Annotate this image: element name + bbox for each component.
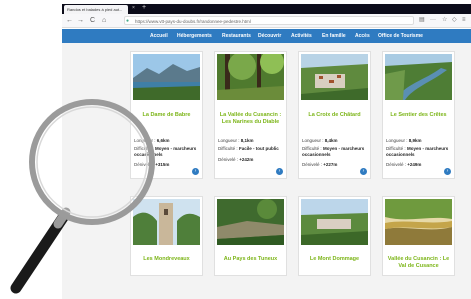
hike-photo xyxy=(301,54,368,100)
hike-card[interactable]: La Croix de Châtard Longueur : 8,4km Dif… xyxy=(298,51,371,179)
reader-icon[interactable]: ▤ xyxy=(419,16,425,25)
hike-photo xyxy=(133,54,200,100)
card-title[interactable]: Vallée du Cusancin : Le Val de Cusance xyxy=(385,256,452,270)
hike-photo xyxy=(385,199,452,245)
card-climb: Dénivelé : +249m xyxy=(386,162,422,167)
card-climb: Dénivelé : +227m xyxy=(302,162,338,167)
card-length: Longueur : 8,1km xyxy=(218,138,254,143)
nav-item-decouvrir[interactable]: Découvrir xyxy=(258,29,281,43)
card-length: Longueur : 8,4km xyxy=(302,138,338,143)
card-title[interactable]: La Dame de Babre xyxy=(133,112,200,119)
address-bar[interactable]: https://www.vtt-pays-du-doubs.fr/randonn… xyxy=(124,16,414,25)
hike-card[interactable]: La Vallée du Cusancin : Les Narines du D… xyxy=(214,51,287,179)
chevron-right-icon[interactable]: › xyxy=(444,168,451,175)
browser-tab[interactable]: Randos et balades à pied aut... xyxy=(64,5,128,14)
nav-item-en-famille[interactable]: En famille xyxy=(322,29,346,43)
hike-photo xyxy=(301,199,368,245)
tab-strip: Randos et balades à pied aut... × + xyxy=(62,4,471,14)
hike-card[interactable]: Les Mondreveaux xyxy=(130,196,203,276)
bookmark-icon[interactable]: ☆ xyxy=(442,16,447,25)
card-title[interactable]: Au Pays des Tuneux xyxy=(217,256,284,263)
page-content: La Dame de Babre Longueur : 6,6km Diffic… xyxy=(62,43,471,299)
reload-icon[interactable]: C xyxy=(90,16,95,25)
card-difficulty: Difficulté : Moyen - marcheurs occasionn… xyxy=(302,146,365,157)
nav-item-activites[interactable]: Activités xyxy=(291,29,312,43)
hike-card[interactable]: Le Sentier des Crêtes Longueur : 8,9km D… xyxy=(382,51,455,179)
home-icon[interactable]: ⌂ xyxy=(102,16,106,25)
card-title[interactable]: Les Mondreveaux xyxy=(133,256,200,263)
nav-item-office-tourisme[interactable]: Office de Tourisme xyxy=(378,29,423,43)
nav-item-accueil[interactable]: Accueil xyxy=(150,29,168,43)
nav-item-acces[interactable]: Accès xyxy=(355,29,370,43)
nav-item-restaurants[interactable]: Restaurants xyxy=(222,29,251,43)
card-title[interactable]: Le Mont Dommage xyxy=(301,256,368,263)
site-navigation: Accueil Hébergements Restaurants Découvr… xyxy=(62,29,471,43)
chevron-right-icon[interactable]: › xyxy=(360,168,367,175)
browser-window: Randos et balades à pied aut... × + ← → … xyxy=(62,4,471,299)
hike-photo xyxy=(217,54,284,100)
card-climb: Dénivelé : +315m xyxy=(134,162,170,167)
menu-icon[interactable]: ≡ xyxy=(462,16,466,25)
card-difficulty: Difficulté : Moyen - marcheurs occasionn… xyxy=(134,146,197,157)
chevron-right-icon[interactable]: › xyxy=(276,168,283,175)
forward-icon[interactable]: → xyxy=(77,16,84,25)
hike-card[interactable]: Vallée du Cusancin : Le Val de Cusance xyxy=(382,196,455,276)
nav-item-hebergements[interactable]: Hébergements xyxy=(177,29,212,43)
more-icon[interactable]: ··· xyxy=(430,16,436,25)
hike-card[interactable]: La Dame de Babre Longueur : 6,6km Diffic… xyxy=(130,51,203,179)
hike-photo xyxy=(385,54,452,100)
shield-icon[interactable]: ◇ xyxy=(452,16,457,25)
hike-photo xyxy=(217,199,284,245)
card-climb: Dénivelé : +242m xyxy=(218,157,254,162)
chevron-right-icon[interactable]: › xyxy=(192,168,199,175)
browser-toolbar: ← → C ⌂ https://www.vtt-pays-du-doubs.fr… xyxy=(62,14,471,28)
hike-photo xyxy=(133,199,200,245)
tab-close-icon[interactable]: × xyxy=(132,5,135,11)
card-difficulty: Difficulté : Moyen - marcheurs occasionn… xyxy=(386,146,449,157)
hike-card[interactable]: Au Pays des Tuneux xyxy=(214,196,287,276)
hike-card[interactable]: Le Mont Dommage xyxy=(298,196,371,276)
lock-icon: ● xyxy=(126,18,130,24)
card-title[interactable]: Le Sentier des Crêtes xyxy=(385,112,452,119)
card-length: Longueur : 6,6km xyxy=(134,138,170,143)
new-tab-icon[interactable]: + xyxy=(142,4,146,11)
card-title[interactable]: La Croix de Châtard xyxy=(301,112,368,119)
card-length: Longueur : 8,9km xyxy=(386,138,422,143)
card-difficulty: Difficulté : Facile - tout public xyxy=(218,146,279,151)
card-title[interactable]: La Vallée du Cusancin : Les Narines du D… xyxy=(217,112,284,126)
back-icon[interactable]: ← xyxy=(66,16,73,25)
